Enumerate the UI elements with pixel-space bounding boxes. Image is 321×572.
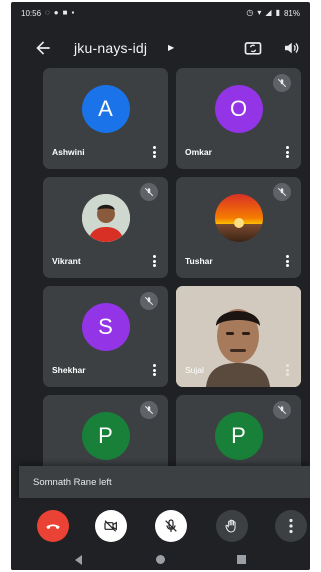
participant-tile[interactable]: A Ashwini xyxy=(43,68,168,169)
speaker-icon[interactable] xyxy=(282,39,300,57)
end-call-button[interactable] xyxy=(37,510,69,542)
toast-message: Somnath Rane left xyxy=(33,476,112,488)
more-vert-icon xyxy=(289,518,293,534)
switch-camera-icon[interactable] xyxy=(243,38,263,58)
nav-recents-icon[interactable] xyxy=(237,555,246,564)
call-controls xyxy=(11,502,310,548)
status-bar: 10:56 ◌ ● ■ ▪ ◷ ▾ ◢ ▮ 81% xyxy=(11,2,310,24)
raise-hand-button[interactable] xyxy=(216,510,248,542)
notification-icon: ● xyxy=(53,8,59,17)
notification-icon: ■ xyxy=(62,8,68,17)
alarm-icon: ◷ xyxy=(246,8,254,17)
participant-tile[interactable]: S Shekhar xyxy=(43,286,168,387)
signal-icon: ◢ xyxy=(265,8,272,17)
avatar: P xyxy=(214,412,263,460)
mic-off-icon xyxy=(273,74,291,92)
notification-icon: ◌ xyxy=(45,8,50,17)
mic-off-icon xyxy=(140,401,158,419)
notification-icon: ▪ xyxy=(71,8,75,17)
more-options-icon[interactable] xyxy=(152,364,156,376)
more-options-icon[interactable] xyxy=(285,364,289,376)
participant-name: Shekhar xyxy=(52,365,86,375)
mic-off-icon xyxy=(273,183,291,201)
back-arrow-icon[interactable] xyxy=(33,38,53,58)
meeting-code[interactable]: jku-nays-idj xyxy=(74,40,147,56)
end-call-icon xyxy=(46,524,60,529)
mic-off-icon xyxy=(165,519,177,532)
participant-name: Ashwini xyxy=(52,147,85,157)
more-options-icon[interactable] xyxy=(285,255,289,267)
clock: 10:56 xyxy=(21,8,42,18)
participant-tile[interactable]: O Omkar xyxy=(176,68,301,169)
profile-photo xyxy=(214,194,263,242)
participant-name: Sujal xyxy=(185,365,204,375)
participant-left-toast: Somnath Rane left xyxy=(19,466,310,498)
mic-off-icon xyxy=(140,183,158,201)
more-options-icon[interactable] xyxy=(285,146,289,158)
participant-name: Omkar xyxy=(185,147,212,157)
participant-name: Vikrant xyxy=(52,256,81,266)
participant-name: Tushar xyxy=(185,256,213,266)
mic-off-icon xyxy=(140,292,158,310)
battery-icon: ▮ xyxy=(275,8,280,17)
caret-right-icon[interactable]: ▶ xyxy=(168,43,174,52)
more-options-icon[interactable] xyxy=(152,255,156,267)
profile-photo xyxy=(81,194,130,242)
camera-toggle-button[interactable] xyxy=(95,510,127,542)
nav-back-icon[interactable] xyxy=(75,555,82,565)
participant-tile[interactable]: Vikrant xyxy=(43,177,168,278)
mic-toggle-button[interactable] xyxy=(155,510,187,542)
more-options-button[interactable] xyxy=(275,510,307,542)
participant-video-tile[interactable]: Sujal xyxy=(176,286,301,387)
more-options-icon[interactable] xyxy=(152,146,156,158)
participant-tile[interactable]: Tushar xyxy=(176,177,301,278)
avatar: O xyxy=(214,85,263,133)
hand-icon xyxy=(225,519,236,533)
nav-home-icon[interactable] xyxy=(156,555,165,564)
camera-off-icon xyxy=(104,520,117,532)
meeting-header: jku-nays-idj ▶ xyxy=(11,30,310,66)
avatar: A xyxy=(81,85,130,133)
avatar: P xyxy=(81,412,130,460)
meet-screen: 10:56 ◌ ● ■ ▪ ◷ ▾ ◢ ▮ 81% jku-nays-idj ▶ xyxy=(11,2,310,570)
system-navigation-bar xyxy=(11,550,310,570)
avatar: S xyxy=(81,303,130,351)
mic-off-icon xyxy=(273,401,291,419)
battery-level: 81% xyxy=(283,8,300,18)
wifi-icon: ▾ xyxy=(257,8,262,17)
